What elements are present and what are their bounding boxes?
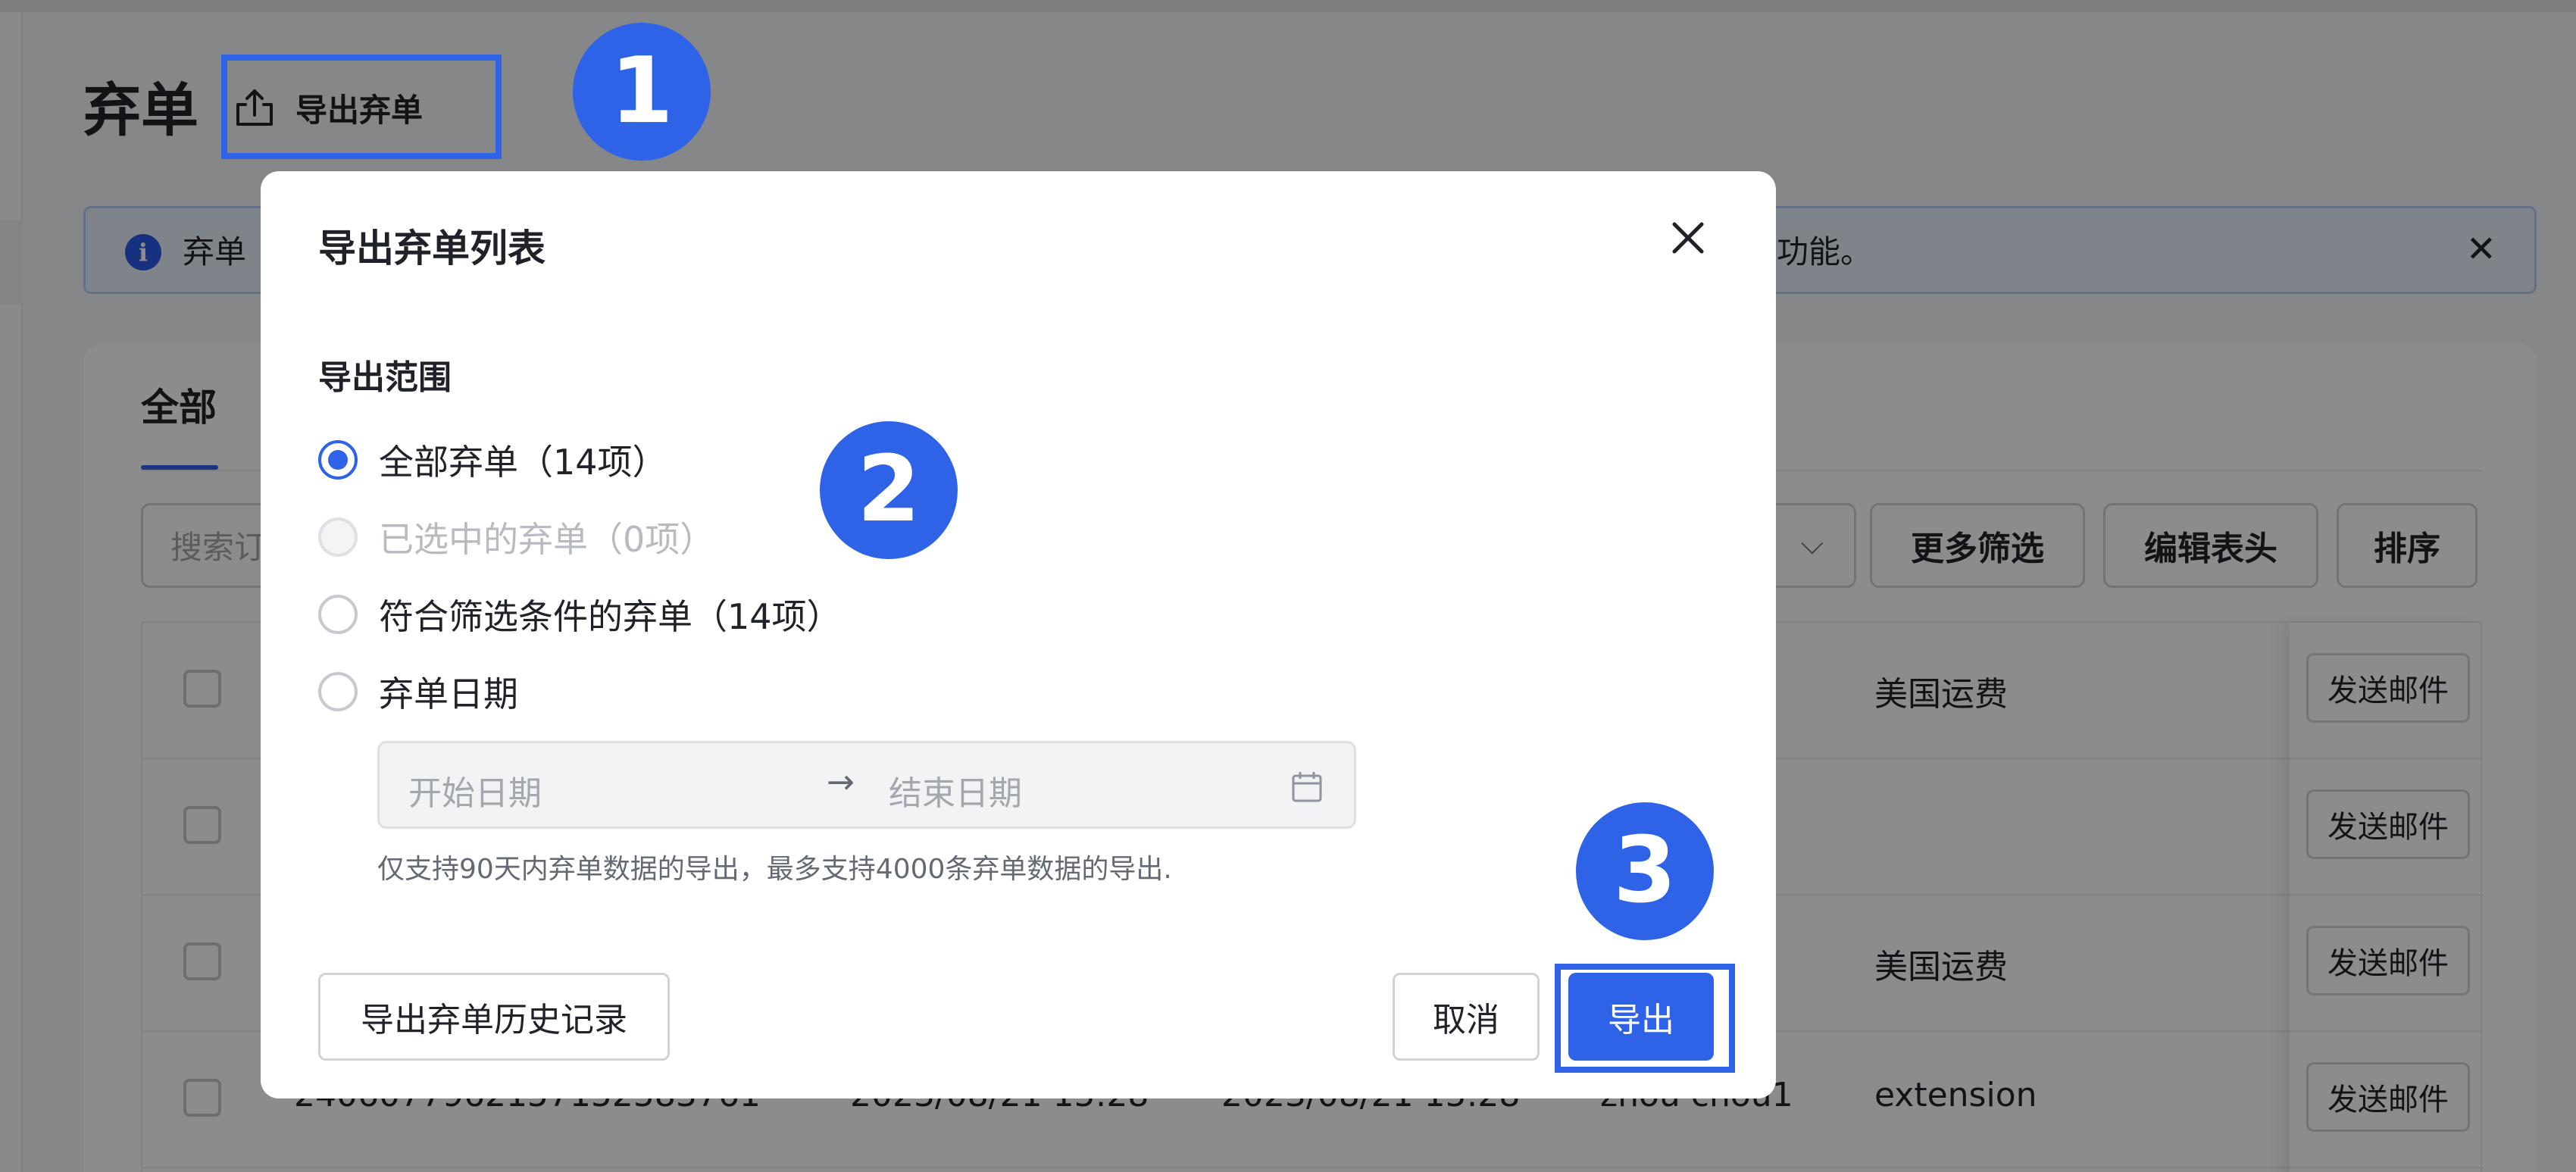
date-range-picker[interactable]: 开始日期 → 结束日期 [377, 741, 1356, 829]
option-all-label: 全部弃单（14项） [379, 442, 667, 483]
page: 弃单 导出弃单 i 弃单 功能。 ✕ 全部 搜索订 ⌵ 更多筛选 编辑表头 排序… [0, 0, 2576, 1172]
radio-checked[interactable] [318, 440, 358, 480]
option-filtered[interactable]: 符合筛选条件的弃单（14项） [318, 589, 842, 639]
range-arrow-icon: → [827, 763, 855, 802]
radio-unchecked[interactable] [318, 595, 358, 634]
dialog-title: 导出弃单列表 [318, 227, 546, 270]
export-hint: 仅支持90天内弃单数据的导出，最多支持4000条弃单数据的导出. [377, 854, 1172, 885]
step-badge-2: 2 [820, 421, 958, 559]
end-date-input[interactable]: 结束日期 [889, 766, 1022, 814]
highlight-export-confirm [1555, 964, 1735, 1073]
option-selected: 已选中的弃单（0项） [318, 512, 714, 562]
cancel-button[interactable]: 取消 [1393, 973, 1540, 1061]
export-dialog: 导出弃单列表 导出范围 全部弃单（14项） 已选中的弃单（0项） 符合筛选条件的… [261, 171, 1776, 1099]
export-range-label: 导出范围 [318, 358, 452, 397]
step-badge-1: 1 [573, 23, 711, 161]
option-all[interactable]: 全部弃单（14项） [318, 435, 667, 485]
option-date-label: 弃单日期 [379, 674, 518, 714]
radio-unchecked[interactable] [318, 672, 358, 711]
radio-disabled [318, 517, 358, 557]
export-history-button[interactable]: 导出弃单历史记录 [318, 973, 670, 1061]
option-filtered-label: 符合筛选条件的弃单（14项） [379, 596, 842, 637]
option-date[interactable]: 弃单日期 [318, 667, 518, 717]
option-selected-label: 已选中的弃单（0项） [379, 519, 715, 560]
calendar-icon [1292, 772, 1322, 802]
step-badge-3: 3 [1576, 802, 1714, 940]
close-icon[interactable] [1665, 215, 1711, 261]
highlight-export-button [221, 55, 502, 159]
start-date-input[interactable]: 开始日期 [408, 766, 542, 814]
